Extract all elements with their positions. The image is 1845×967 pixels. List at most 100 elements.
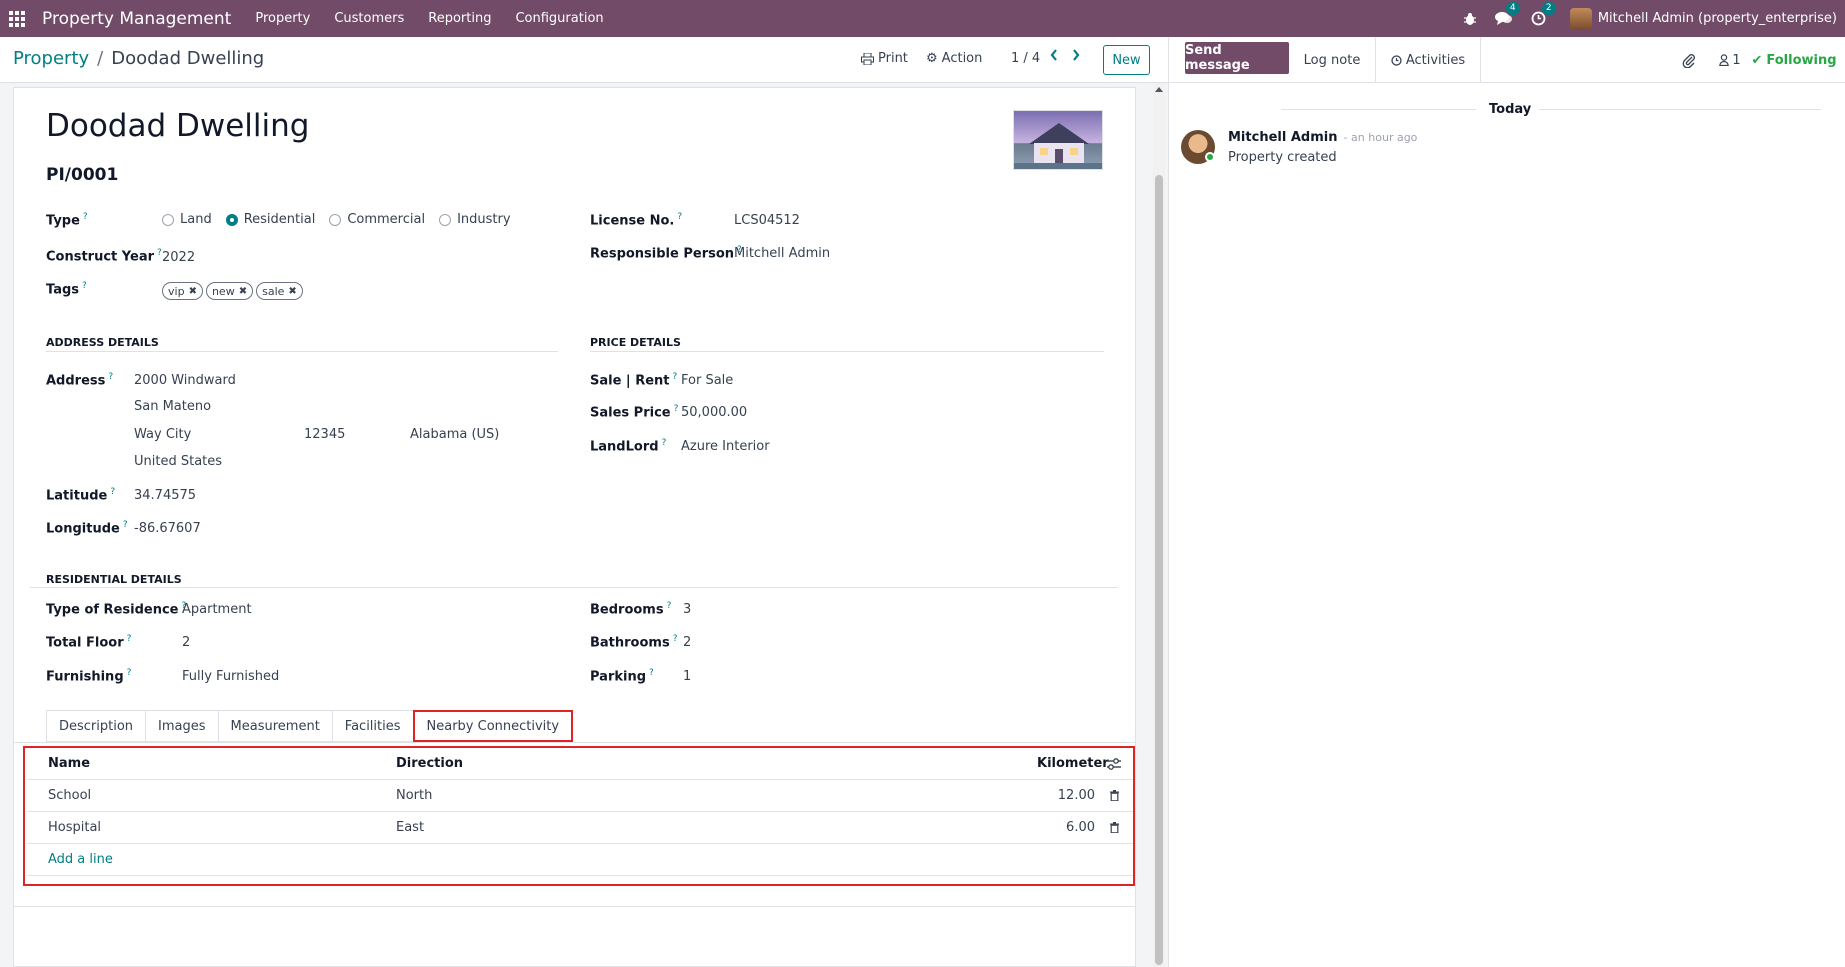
action-button[interactable]: ⚙ Action	[926, 51, 982, 66]
tag-remove-icon[interactable]: ✖	[189, 286, 197, 297]
street-field[interactable]: 2000 Windward	[134, 373, 236, 388]
table-row[interactable]: Hospital East 6.00	[27, 812, 1133, 844]
followers-button[interactable]: 1	[1715, 37, 1745, 83]
tags-field[interactable]: vip ✖ new ✖ sale ✖	[162, 282, 306, 300]
residence-type-field[interactable]: Apartment	[182, 602, 252, 617]
row-direction[interactable]: North	[396, 788, 432, 803]
row-kilometer[interactable]: 12.00	[1058, 788, 1095, 803]
date-divider-left	[1281, 109, 1476, 110]
furnishing-field[interactable]: Fully Furnished	[182, 669, 279, 684]
debug-bug-icon[interactable]	[1463, 12, 1477, 26]
column-direction-header[interactable]: Direction	[396, 756, 463, 771]
longitude-field[interactable]: -86.67607	[134, 521, 201, 536]
type-option-land[interactable]: Land	[162, 212, 212, 227]
pager-prev-button[interactable]	[1049, 48, 1059, 62]
tab-facilities[interactable]: Facilities	[331, 710, 413, 742]
systray: 4 2 Mitchell Admin (property_enterprise)	[1445, 0, 1837, 37]
scroll-thumb[interactable]	[1155, 175, 1163, 965]
type-option-residential[interactable]: Residential	[225, 212, 315, 227]
row-name[interactable]: Hospital	[48, 820, 101, 835]
activities-badge: 2	[1541, 2, 1556, 15]
bathrooms-field[interactable]: 2	[683, 635, 691, 650]
row-kilometer[interactable]: 6.00	[1066, 820, 1095, 835]
parking-field[interactable]: 1	[683, 669, 691, 684]
user-icon	[1719, 54, 1730, 66]
property-name[interactable]: Doodad Dwelling	[46, 108, 309, 144]
total-floor-label: Total Floor?	[46, 634, 132, 651]
chatter-panel: Today Mitchell Admin - an hour ago Prope…	[1168, 83, 1845, 967]
tab-measurement[interactable]: Measurement	[217, 710, 332, 742]
message-author[interactable]: Mitchell Admin	[1228, 130, 1337, 145]
price-section-divider	[590, 351, 1104, 352]
add-line-link[interactable]: Add a line	[48, 852, 113, 867]
landlord-field[interactable]: Azure Interior	[681, 439, 770, 454]
following-button[interactable]: ✔ Following	[1751, 37, 1837, 83]
menu-customers[interactable]: Customers	[334, 11, 404, 26]
column-name-header[interactable]: Name	[48, 756, 90, 771]
type-option-commercial[interactable]: Commercial	[329, 212, 425, 227]
tag-remove-icon[interactable]: ✖	[239, 286, 247, 297]
apps-grid-icon[interactable]	[9, 10, 25, 27]
tag-new: new ✖	[205, 282, 254, 300]
pager-value[interactable]: 1 / 4	[1011, 51, 1040, 66]
sale-rent-field[interactable]: For Sale	[681, 373, 733, 388]
city-field[interactable]: Way City	[134, 427, 191, 442]
messages-icon[interactable]: 4	[1494, 2, 1520, 26]
price-section-title: PRICE DETAILS	[590, 336, 681, 349]
residential-section-title: RESIDENTIAL DETAILS	[46, 573, 182, 586]
responsible-field[interactable]: Mitchell Admin	[734, 246, 830, 261]
delete-trash-icon[interactable]	[1110, 822, 1119, 833]
activities-button[interactable]: Activities	[1376, 37, 1480, 83]
gear-icon: ⚙	[926, 51, 938, 66]
row-direction[interactable]: East	[396, 820, 424, 835]
send-message-button[interactable]: Send message	[1185, 42, 1289, 74]
latitude-field[interactable]: 34.74575	[134, 488, 196, 503]
print-button[interactable]: Print	[861, 51, 908, 66]
tab-nearby-connectivity[interactable]: Nearby Connectivity	[412, 710, 574, 742]
main-menu: Property Customers Reporting Configurati…	[243, 11, 615, 26]
breadcrumb-property[interactable]: Property	[13, 48, 89, 69]
country-field[interactable]: United States	[134, 454, 222, 469]
following-label: Following	[1766, 52, 1837, 68]
tab-description[interactable]: Description	[46, 710, 146, 742]
license-field[interactable]: LCS04512	[734, 213, 800, 228]
tag-remove-icon[interactable]: ✖	[288, 286, 296, 297]
notebook-tabs: Description Images Measurement Facilitie…	[46, 710, 574, 742]
property-reference: PI/0001	[46, 165, 119, 185]
scroll-up-arrow-icon[interactable]	[1155, 87, 1163, 92]
type-option-industry[interactable]: Industry	[439, 212, 511, 227]
message-header: Mitchell Admin - an hour ago	[1228, 130, 1417, 145]
state-field[interactable]: Alabama (US)	[410, 427, 499, 442]
zip-field[interactable]: 12345	[304, 427, 345, 442]
optional-columns-sliders-icon[interactable]	[1107, 758, 1121, 770]
tags-label: Tags?	[46, 281, 87, 298]
property-image[interactable]	[1013, 110, 1103, 170]
print-label: Print	[878, 51, 908, 66]
latitude-label: Latitude?	[46, 487, 116, 504]
app-name[interactable]: Property Management	[42, 9, 231, 29]
row-name[interactable]: School	[48, 788, 91, 803]
new-button[interactable]: New	[1103, 45, 1150, 75]
tab-images[interactable]: Images	[145, 710, 218, 742]
sales-price-field[interactable]: 50,000.00	[681, 405, 747, 420]
bedrooms-field[interactable]: 3	[683, 602, 691, 617]
table-row[interactable]: School North 12.00	[27, 780, 1133, 812]
address-section-title: ADDRESS DETAILS	[46, 336, 159, 349]
total-floor-field[interactable]: 2	[182, 635, 190, 650]
sale-rent-label: Sale | Rent?	[590, 372, 678, 389]
activities-clock-icon[interactable]: 2	[1531, 2, 1556, 26]
paperclip-icon[interactable]	[1679, 37, 1699, 83]
message-time: - an hour ago	[1343, 131, 1418, 144]
street2-field[interactable]: San Mateno	[134, 399, 211, 414]
menu-reporting[interactable]: Reporting	[428, 11, 491, 26]
pager-next-button[interactable]	[1071, 48, 1081, 62]
log-note-button[interactable]: Log note	[1289, 37, 1375, 83]
pager[interactable]: 1 / 4	[1011, 51, 1040, 66]
column-kilometer-header[interactable]: Kilometer	[1037, 756, 1109, 771]
menu-configuration[interactable]: Configuration	[515, 11, 603, 26]
user-menu[interactable]: Mitchell Admin (property_enterprise)	[1569, 7, 1837, 30]
menu-property[interactable]: Property	[255, 11, 310, 26]
construct-year-field[interactable]: 2022	[162, 250, 195, 265]
type-radio-group: Land Residential Commercial Industry	[162, 212, 525, 227]
delete-trash-icon[interactable]	[1110, 790, 1119, 801]
